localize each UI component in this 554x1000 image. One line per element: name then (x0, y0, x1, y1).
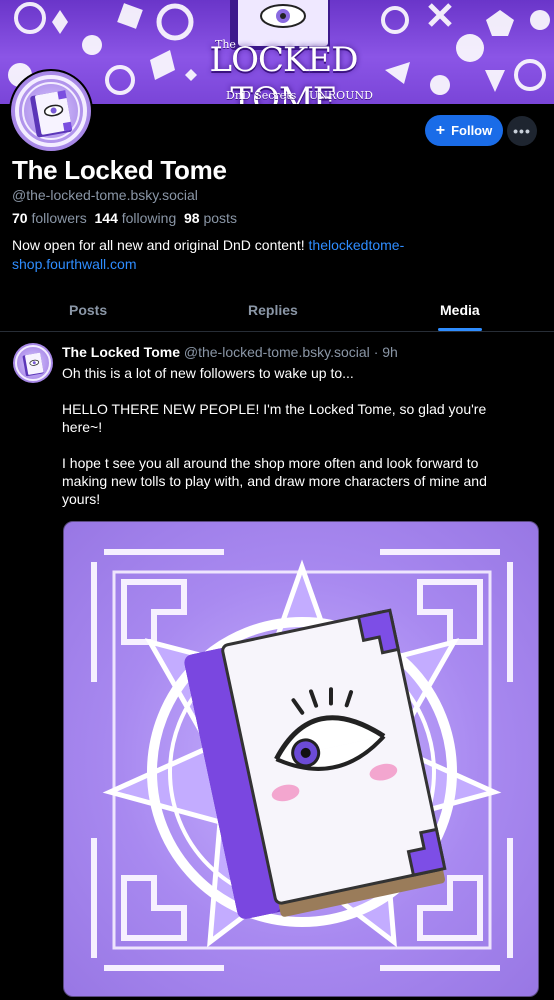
follow-button-label: Follow (451, 123, 493, 138)
post-text: Oh this is a lot of new followers to wak… (62, 364, 522, 508)
followers-label: followers (31, 210, 87, 226)
posts-label: posts (203, 210, 237, 226)
post-header: The Locked Tome @the-locked-tome.bsky.so… (62, 344, 398, 360)
ellipsis-icon: ••• (513, 123, 531, 139)
following-label: following (121, 210, 177, 226)
post-author-handle[interactable]: @the-locked-tome.bsky.social (184, 344, 370, 360)
posts-stat: 98 posts (184, 210, 237, 226)
book-avatar-icon (15, 345, 51, 381)
post-author-avatar[interactable] (13, 343, 53, 383)
post-paragraph: Oh this is a lot of new followers to wak… (62, 365, 354, 381)
tab-posts[interactable]: Posts (69, 302, 107, 318)
post-paragraph: HELLO THERE NEW PEOPLE! I'm the Locked T… (62, 401, 487, 435)
profile-bio: Now open for all new and original DnD co… (12, 236, 442, 274)
post-author-name[interactable]: The Locked Tome (62, 344, 180, 360)
post-paragraph: I hope t see you all around the shop mor… (62, 455, 487, 507)
post-image[interactable] (63, 521, 539, 997)
profile-tabs: Posts Replies Media (0, 290, 554, 332)
banner-subtitle-right: UNROUND (309, 89, 373, 102)
active-tab-indicator (438, 328, 482, 331)
plus-icon: + (435, 121, 446, 139)
profile-stats: 70 followers 144 following 98 posts (12, 210, 237, 226)
profile-display-name: The Locked Tome (12, 155, 227, 185)
following-link[interactable]: 144 following (95, 210, 177, 226)
followers-link[interactable]: 70 followers (12, 210, 87, 226)
banner-subtitle-left: DnD Secrets (226, 89, 297, 102)
profile-handle: @the-locked-tome.bsky.social (12, 187, 198, 203)
tab-replies[interactable]: Replies (248, 302, 298, 318)
following-count: 144 (94, 210, 118, 226)
avatar-image (11, 71, 91, 151)
posts-count: 98 (184, 210, 200, 226)
book-with-eye-illustration (91, 549, 513, 971)
book-avatar-icon (15, 75, 87, 147)
followers-count: 70 (12, 210, 28, 226)
bio-text: Now open for all new and original DnD co… (12, 237, 309, 253)
profile-avatar[interactable] (9, 69, 93, 153)
post-timestamp[interactable]: 9h (382, 344, 398, 360)
post-meta-separator: · (373, 344, 379, 360)
tab-media[interactable]: Media (440, 302, 480, 318)
follow-button[interactable]: + Follow (425, 115, 503, 146)
more-options-button[interactable]: ••• (507, 116, 537, 146)
